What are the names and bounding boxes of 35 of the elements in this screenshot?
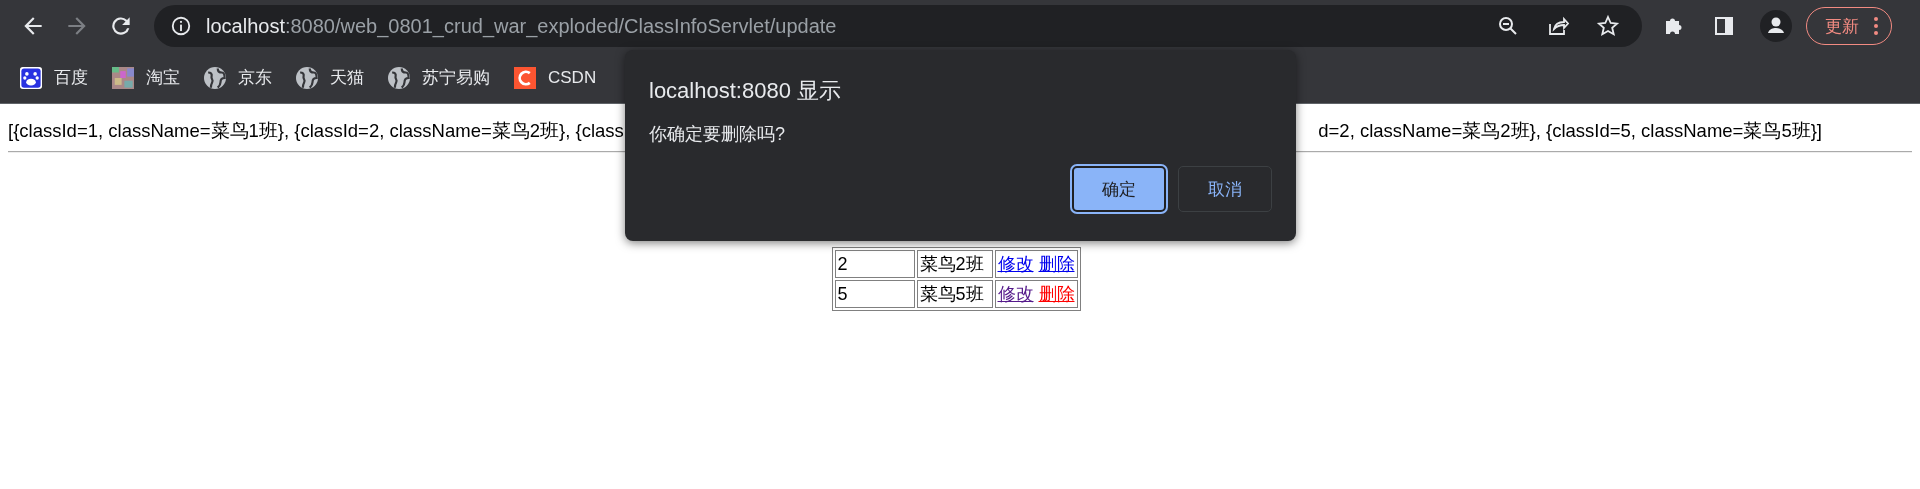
- profile-icon[interactable]: [1760, 10, 1792, 42]
- table-link[interactable]: 修改: [997, 252, 1034, 276]
- bookmark[interactable]: CSDN: [514, 66, 597, 89]
- share-icon[interactable]: [1546, 14, 1570, 38]
- bookmark[interactable]: 京东: [204, 66, 272, 89]
- pattern-icon: [112, 66, 134, 89]
- csdn-logo-icon: [514, 66, 536, 89]
- dialog-title: localhost:8080 显示: [649, 77, 842, 105]
- table-link[interactable]: 删除: [1038, 252, 1075, 276]
- globe-icon: [296, 66, 318, 89]
- bookmark[interactable]: 苏宁易购: [388, 66, 490, 89]
- more-icon[interactable]: [1873, 16, 1879, 36]
- list-text: [{classId=1, className=菜鸟1班}, {classId=2, className=菜鸟2班}, {class: [8, 119, 624, 143]
- bookmark[interactable]: 百度: [20, 66, 88, 89]
- bookmark[interactable]: 天猫: [296, 66, 364, 89]
- table-cell: 2: [834, 250, 915, 278]
- dialog-message: 你确定要删除吗?: [649, 123, 786, 146]
- cancel-button[interactable]: 取消: [1178, 166, 1272, 212]
- table-link[interactable]: 修改: [997, 282, 1034, 306]
- list-text: d=2, className=菜鸟2班}, {classId=5, className=菜鸟5班}]: [1318, 119, 1822, 143]
- paw-icon: [20, 66, 42, 89]
- ok-button[interactable]: 确定: [1072, 166, 1166, 212]
- star-icon[interactable]: [1596, 14, 1620, 38]
- table-cell: 菜鸟5班: [916, 280, 993, 308]
- globe-icon: [388, 66, 410, 89]
- side-panel-icon[interactable]: [1712, 14, 1736, 38]
- bookmark[interactable]: 淘宝: [112, 66, 180, 89]
- address-bar[interactable]: localhost:8080/web_0801_crud_war_exploded/ClassInfoServlet/update: [154, 5, 1642, 47]
- table-cell: 5: [834, 280, 915, 308]
- globe-icon: [204, 66, 226, 89]
- update-button[interactable]: 更新: [1806, 7, 1892, 45]
- url-text: localhost:8080/web_0801_crud_war_exploded/ClassInfoServlet/update: [206, 14, 837, 38]
- table-cell: 菜鸟2班: [916, 250, 993, 278]
- table-link[interactable]: 删除: [1038, 282, 1075, 306]
- info-icon[interactable]: [170, 15, 192, 37]
